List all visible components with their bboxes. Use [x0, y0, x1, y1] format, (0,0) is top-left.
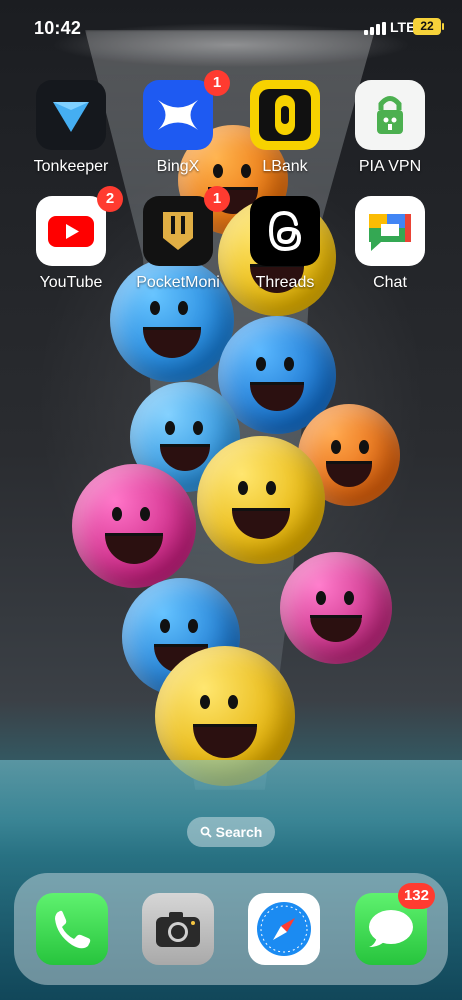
battery-tip: [442, 23, 444, 30]
bingx-icon: [143, 80, 213, 150]
status-bar: 10:42 LTE 22: [0, 0, 462, 52]
dock-app-camera[interactable]: [142, 893, 214, 965]
notification-badge: 2: [97, 186, 123, 212]
app-label: PocketMoni: [136, 274, 220, 291]
app-label: YouTube: [39, 274, 103, 291]
camera-icon: [156, 912, 200, 947]
youtube-icon: [36, 196, 106, 266]
app-threads[interactable]: Threads: [235, 196, 335, 306]
notification-badge: 1: [204, 70, 230, 96]
pia-vpn-icon: [355, 80, 425, 150]
threads-icon: [250, 196, 320, 266]
network-type: LTE: [390, 19, 416, 35]
app-lbank[interactable]: LBank: [235, 80, 335, 190]
pocketmoni-icon: [143, 196, 213, 266]
lbank-icon: [250, 80, 320, 150]
app-label: Chat: [373, 274, 407, 291]
yellow-ball: [197, 436, 325, 564]
app-pia-vpn[interactable]: PIA VPN: [340, 80, 440, 190]
pink-ball: [72, 464, 196, 588]
app-label: Tonkeeper: [33, 158, 109, 175]
spotlight-search-button[interactable]: Search: [187, 817, 275, 847]
app-label: Threads: [255, 274, 315, 291]
dock-app-messages[interactable]: 132: [355, 883, 435, 965]
app-label: PIA VPN: [358, 158, 422, 175]
phone-icon: [55, 910, 91, 949]
dock-app-phone[interactable]: [36, 893, 108, 965]
app-label: BingX: [156, 158, 200, 175]
dock-app-safari[interactable]: [248, 893, 320, 965]
cellular-signal-icon: [364, 22, 386, 35]
safari-icon: [257, 902, 311, 956]
pink-ball: [280, 552, 392, 664]
google-chat-icon: [355, 196, 425, 266]
tonkeeper-icon: [36, 80, 106, 150]
battery-indicator: 22: [413, 18, 441, 35]
app-chat[interactable]: Chat: [340, 196, 440, 306]
clock: 10:42: [34, 18, 82, 38]
app-tonkeeper[interactable]: Tonkeeper: [21, 80, 121, 190]
app-pocketmoni[interactable]: 1 PocketMoni: [128, 186, 230, 306]
notification-badge: 1: [204, 186, 230, 212]
notification-badge: 132: [397, 883, 435, 909]
app-youtube[interactable]: 2 YouTube: [21, 186, 123, 306]
app-bingx[interactable]: 1 BingX: [128, 70, 230, 190]
app-label: LBank: [262, 158, 308, 175]
search-label: Search: [215, 824, 263, 840]
search-icon: [200, 826, 212, 838]
